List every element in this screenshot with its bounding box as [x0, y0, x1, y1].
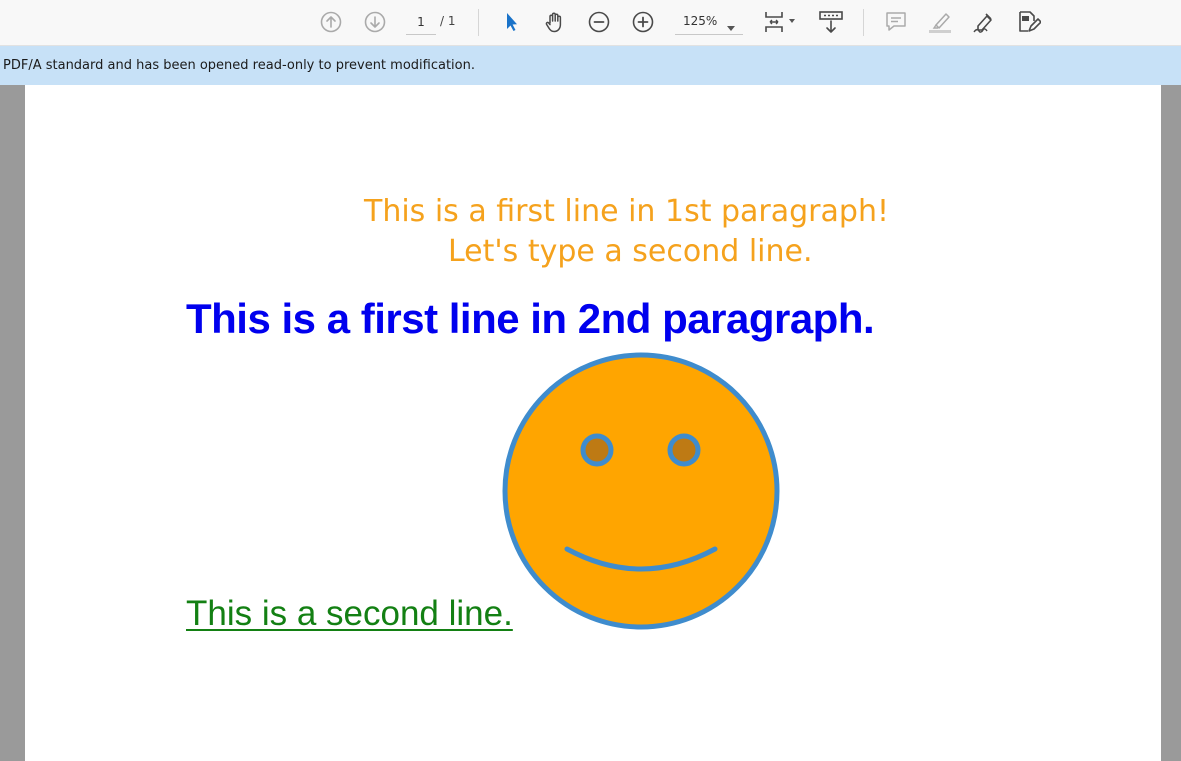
hand-icon[interactable]: [540, 7, 570, 37]
banner-message: PDF/A standard and has been opened read-…: [3, 58, 475, 73]
scroll-mode-icon[interactable]: [816, 7, 846, 37]
zoom-caret-icon: [727, 20, 735, 34]
arrow-up-circle-icon[interactable]: [316, 7, 346, 37]
smiley-face-icon: [502, 352, 780, 630]
toolbar-divider: [478, 9, 479, 36]
toolbar: / 1 125%: [0, 0, 1181, 46]
zoom-in-icon[interactable]: [628, 7, 658, 37]
document-page: This is a first line in 1st paragraph! L…: [25, 85, 1161, 761]
paragraph1-line1: This is a first line in 1st paragraph!: [364, 194, 889, 229]
zoom-value: 125%: [683, 14, 718, 28]
paragraph2-line2: This is a second line.: [186, 594, 513, 633]
zoom-dropdown[interactable]: 125%: [675, 10, 743, 35]
zoom-out-icon[interactable]: [584, 7, 614, 37]
comment-icon[interactable]: [881, 7, 911, 37]
highlight-icon[interactable]: [925, 7, 955, 37]
select-cursor-icon[interactable]: [496, 7, 526, 37]
page-number-input[interactable]: [406, 10, 436, 35]
page-fit-icon[interactable]: [762, 7, 798, 37]
toolbar-divider: [863, 9, 864, 36]
paragraph1-line2: Let's type a second line.: [448, 234, 813, 269]
paragraph2-line1: This is a first line in 2nd paragraph.: [186, 295, 875, 342]
arrow-down-circle-icon[interactable]: [360, 7, 390, 37]
edit-pdf-icon[interactable]: [1013, 7, 1043, 37]
page-count: / 1: [440, 14, 456, 28]
readonly-banner: PDF/A standard and has been opened read-…: [0, 46, 1181, 85]
sign-icon[interactable]: [969, 7, 999, 37]
